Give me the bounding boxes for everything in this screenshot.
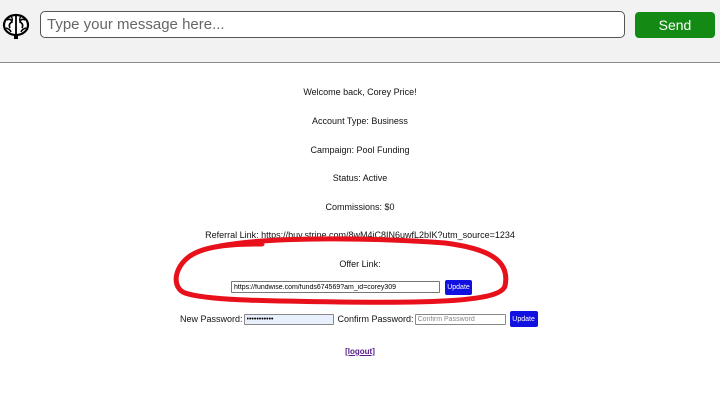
new-password-input[interactable]	[243, 313, 334, 325]
top-bar: Send	[0, 0, 720, 63]
confirm-password-input[interactable]	[414, 313, 506, 325]
confirm-password-label: Confirm Password:	[337, 314, 414, 324]
commissions-text: Commissions: $0	[325, 202, 395, 212]
logout-link[interactable]: [logout]	[0, 347, 720, 356]
account-type-text: Account Type: Business	[312, 116, 408, 126]
offer-link-row: Update	[231, 279, 472, 295]
send-button[interactable]: Send	[635, 12, 715, 38]
brain-icon	[2, 13, 30, 39]
status-text: Status: Active	[332, 173, 388, 183]
welcome-text: Welcome back, Corey Price!	[303, 87, 417, 97]
referral-link-text: Referral Link: https://buy.stripe.com/8w…	[205, 230, 515, 240]
offer-update-button[interactable]: Update	[445, 279, 472, 295]
password-row: New Password: Confirm Password: Update	[180, 311, 538, 327]
campaign-text: Campaign: Pool Funding	[310, 145, 410, 155]
password-update-button[interactable]: Update	[509, 311, 538, 327]
offer-link-label: Offer Link:	[339, 259, 381, 269]
message-input[interactable]	[40, 11, 625, 38]
offer-link-input[interactable]	[231, 281, 440, 293]
new-password-label: New Password:	[180, 314, 243, 324]
